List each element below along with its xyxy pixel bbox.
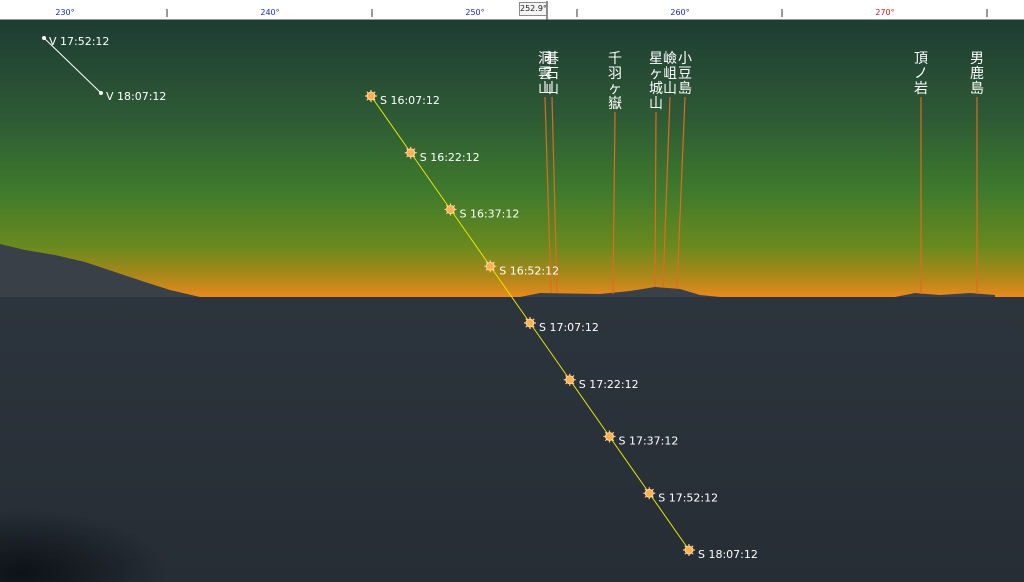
sun-marker[interactable] [365,90,377,102]
sun-marker[interactable] [683,544,695,556]
sun-marker[interactable] [603,430,616,443]
azimuth-tick-label: 230° [55,8,74,17]
azimuth-cursor-readout[interactable]: 252.9° [519,2,547,16]
venus-time-label: V 18:07:12 [106,90,166,103]
sun-marker[interactable] [563,373,576,386]
peak-label[interactable]: 男鹿島 [970,51,984,97]
sun-time-label: S 16:37:12 [460,208,520,221]
azimuth-tick-label: 250° [465,8,484,17]
sun-marker[interactable] [643,487,656,500]
sun-time-label: S 18:07:12 [698,548,758,561]
peak-label[interactable]: 星ヶ城山 [649,51,663,112]
sun-time-label: S 16:07:12 [380,94,440,107]
sun-marker[interactable] [404,146,417,159]
sun-marker[interactable] [484,260,497,273]
venus-time-label: V 17:52:12 [49,35,109,48]
sun-time-label: S 17:52:12 [658,491,718,504]
sun-marker[interactable] [524,317,536,329]
sun-marker[interactable] [444,203,457,216]
venus-marker[interactable] [42,36,46,40]
azimuth-tick-label: 240° [260,8,279,17]
sky [0,20,1024,297]
sun-time-label: S 16:52:12 [499,264,559,277]
azimuth-tick-label: 260° [670,8,689,17]
azimuth-tick-label: 270° [875,8,894,17]
sun-time-label: S 17:07:12 [539,321,599,334]
azimuth-ruler-scale: 230° 240° 250° 260° 270° [55,1,988,20]
peak-label[interactable]: 碁石山 [545,51,559,97]
foreground-shade [0,400,420,582]
peak-label[interactable]: 千羽ヶ嶽 [608,51,622,112]
peak-label[interactable]: 頂ノ岩 [914,51,928,97]
azimuth-ruler[interactable]: 230° 240° 250° 260° 270° 252.9° [0,0,1024,20]
sun-path-viewer: 洞雲山 碁石山 千羽ヶ嶽 星ヶ城山 嶮岨山 小豆島 頂ノ岩 男鹿島 V 17:52:12 V 1… [0,0,1024,582]
panorama-view[interactable]: 洞雲山碁石山千羽ヶ嶽星ヶ城山嶮岨山小豆島頂ノ岩男鹿島 V 17:52:12V 1… [0,0,1024,582]
peak-label[interactable]: 嶮岨山 [663,51,677,97]
peak-label[interactable]: 小豆島 [678,51,692,97]
venus-marker[interactable] [99,91,103,95]
sun-time-label: S 17:22:12 [579,378,639,391]
sun-time-label: S 16:22:12 [420,151,480,164]
sun-time-label: S 17:37:12 [619,435,679,448]
